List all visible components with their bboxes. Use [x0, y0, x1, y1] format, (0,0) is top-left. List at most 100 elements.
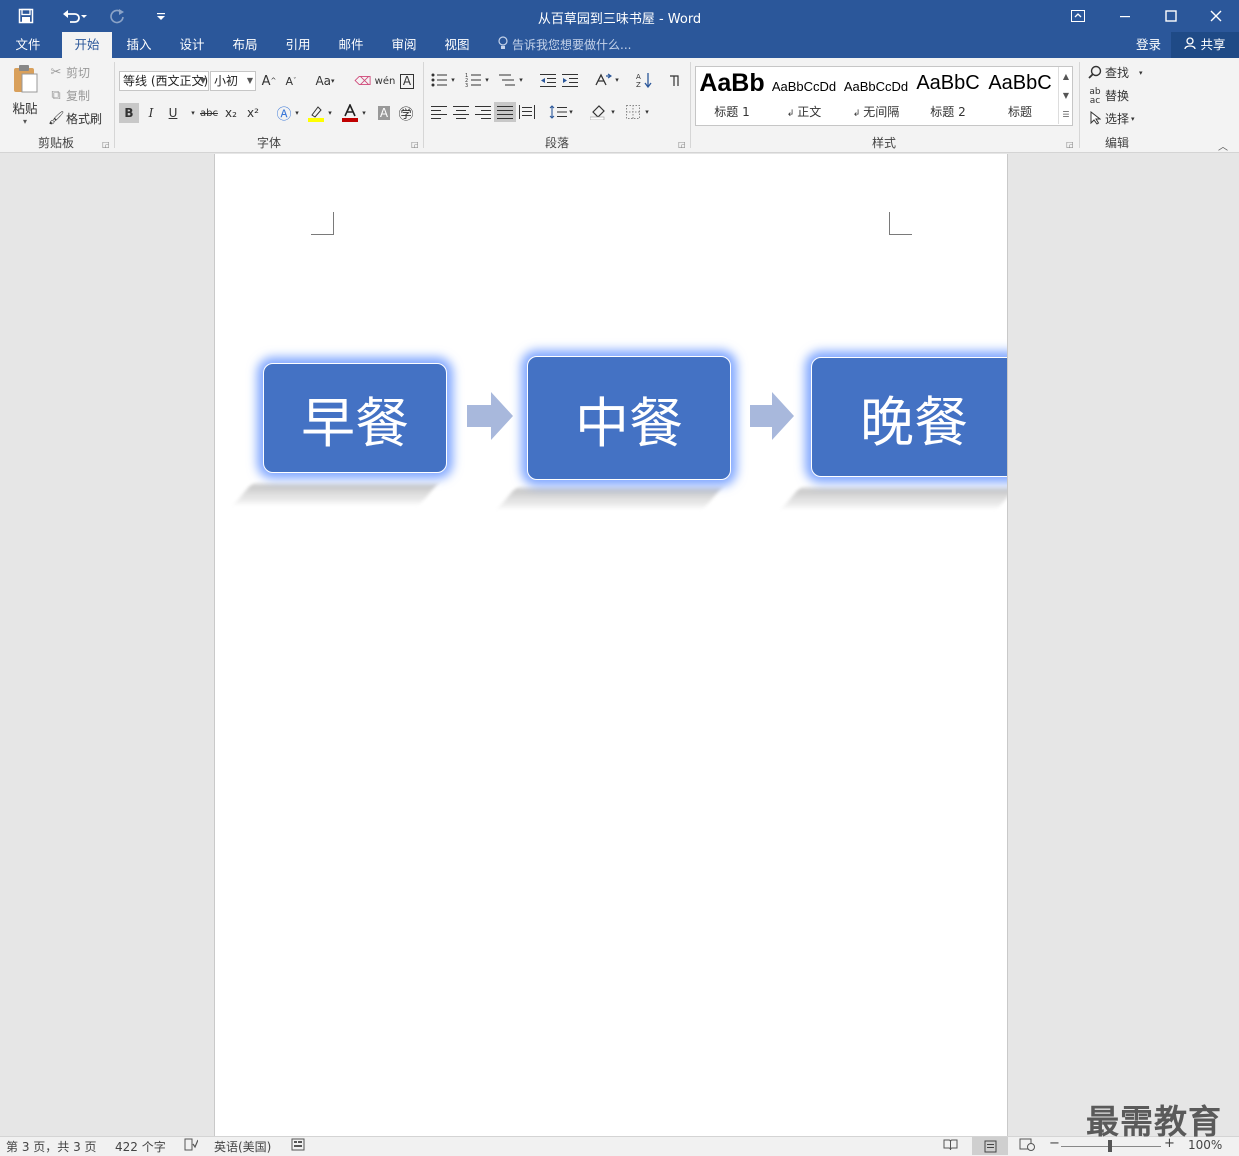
maximize-icon[interactable] [1148, 0, 1194, 32]
sort-icon[interactable]: AZ [633, 70, 655, 90]
borders-icon[interactable] [622, 102, 644, 122]
tab-insert[interactable]: 插入 [116, 32, 162, 58]
tab-view[interactable]: 视图 [434, 32, 480, 58]
shading-icon[interactable] [588, 102, 610, 122]
underline-button[interactable]: U [163, 103, 183, 123]
document-page[interactable]: 早餐 中餐 晚餐 [214, 154, 1008, 1136]
highlight-dropdown-icon[interactable]: ▾ [324, 103, 336, 123]
text-effects-icon[interactable]: Ⓐ [274, 103, 294, 123]
gallery-scroll-down-icon[interactable]: ▼ [1058, 86, 1073, 105]
shrink-font-button[interactable]: Aˇ [281, 71, 301, 91]
character-border-icon[interactable]: A [397, 71, 417, 91]
change-case-button[interactable]: Aa ▾ [310, 71, 340, 91]
login-link[interactable]: 登录 [1136, 32, 1161, 58]
borders-dropdown-icon[interactable]: ▾ [642, 102, 652, 122]
tab-mailings[interactable]: 邮件 [328, 32, 374, 58]
font-name-select[interactable]: 等线 (西文正文) ▼ [119, 71, 209, 91]
collapse-ribbon-icon[interactable]: ︿ [1218, 138, 1228, 153]
style-sample: AaBbCcDd [771, 79, 837, 94]
proofing-icon[interactable] [184, 1138, 199, 1154]
subscript-button[interactable]: x₂ [221, 103, 241, 123]
format-painter-button[interactable]: 🖌 格式刷 [48, 110, 102, 127]
paste-dropdown-icon[interactable]: ▾ [23, 117, 27, 126]
chinese-layout-dropdown-icon[interactable]: ▾ [612, 70, 622, 90]
smartart-shape-dinner[interactable]: 晚餐 [811, 357, 1007, 477]
select-button[interactable]: 选择 ▾ [1087, 110, 1135, 127]
font-color-icon[interactable] [340, 103, 360, 123]
distributed-icon[interactable] [516, 102, 538, 122]
italic-button[interactable]: I [141, 103, 161, 123]
smartart-shape-breakfast[interactable]: 早餐 [263, 363, 447, 473]
share-button[interactable]: 共享 [1171, 32, 1239, 58]
close-icon[interactable] [1193, 0, 1239, 32]
font-color-dropdown-icon[interactable]: ▾ [358, 103, 370, 123]
align-center-icon[interactable] [450, 102, 472, 122]
select-dropdown-icon[interactable]: ▾ [1131, 115, 1135, 123]
tab-file[interactable]: 文件 [6, 32, 50, 58]
show-formatting-marks-icon[interactable] [663, 70, 685, 90]
strikethrough-button[interactable]: abc [197, 103, 221, 123]
font-launcher-icon[interactable]: ◲ [411, 140, 419, 149]
style-no-spacing[interactable]: AaBbCcDd ↲ 无间隔 [840, 67, 912, 125]
numbering-icon[interactable]: 123 [462, 70, 484, 90]
read-mode-icon[interactable] [943, 1138, 958, 1154]
tab-references[interactable]: 引用 [275, 32, 321, 58]
increase-indent-icon[interactable] [559, 70, 581, 90]
bullets-dropdown-icon[interactable]: ▾ [448, 70, 458, 90]
page-count[interactable]: 第 3 页，共 3 页 [6, 1138, 97, 1155]
phonetic-guide-icon[interactable]: wén [375, 71, 396, 91]
bullets-icon[interactable] [428, 70, 450, 90]
style-title[interactable]: AaBbC 标题 [984, 67, 1056, 125]
style-heading-1[interactable]: AaBb 标题 1 [696, 67, 768, 125]
multilevel-dropdown-icon[interactable]: ▾ [516, 70, 526, 90]
align-right-icon[interactable] [472, 102, 494, 122]
find-button[interactable]: 查找 ▾ [1087, 64, 1143, 81]
align-left-icon[interactable] [428, 102, 450, 122]
bold-button[interactable]: B [119, 103, 139, 123]
language-indicator[interactable]: 英语(美国) [214, 1138, 271, 1155]
clipboard-launcher-icon[interactable]: ◲ [102, 140, 110, 149]
clear-formatting-icon[interactable]: ⌫ [353, 71, 373, 91]
paste-button[interactable]: 粘贴 ▾ [8, 64, 42, 128]
styles-launcher-icon[interactable]: ◲ [1066, 140, 1074, 149]
tab-review[interactable]: 审阅 [381, 32, 427, 58]
smartart-arrow[interactable] [750, 392, 794, 440]
shading-dropdown-icon[interactable]: ▾ [608, 102, 618, 122]
cut-button[interactable]: ✂ 剪切 [48, 64, 90, 81]
superscript-button[interactable]: x² [243, 103, 263, 123]
enclose-characters-icon[interactable]: ㊫ [396, 103, 416, 123]
style-heading-2[interactable]: AaBbC 标题 2 [912, 67, 984, 125]
style-normal[interactable]: AaBbCcDd ↲ 正文 [768, 67, 840, 125]
numbering-dropdown-icon[interactable]: ▾ [482, 70, 492, 90]
decrease-indent-icon[interactable] [537, 70, 559, 90]
ribbon-display-icon[interactable] [1055, 0, 1101, 32]
print-layout-icon[interactable] [972, 1137, 1008, 1155]
find-dropdown-icon[interactable]: ▾ [1139, 69, 1143, 77]
justify-icon[interactable] [494, 102, 516, 122]
word-count[interactable]: 422 个字 [115, 1138, 166, 1155]
grow-font-button[interactable]: A ^ [259, 71, 279, 91]
web-layout-icon[interactable] [1019, 1138, 1035, 1154]
highlight-color-icon[interactable] [306, 103, 326, 123]
paragraph-launcher-icon[interactable]: ◲ [678, 140, 686, 149]
tell-me-search[interactable]: 告诉我您想要做什么... [498, 32, 631, 58]
tab-home[interactable]: 开始 [62, 32, 112, 58]
character-shading-icon[interactable]: A [374, 103, 394, 123]
multilevel-list-icon[interactable] [496, 70, 518, 90]
minimize-icon[interactable] [1102, 0, 1148, 32]
text-effects-dropdown-icon[interactable]: ▾ [292, 103, 302, 123]
replace-button[interactable]: ab ac 替换 [1087, 87, 1129, 105]
zoom-out-button[interactable]: − [1049, 1136, 1060, 1151]
gallery-more-icon[interactable]: ☰ [1058, 105, 1073, 124]
smartart-shape-lunch[interactable]: 中餐 [527, 356, 731, 480]
copy-button[interactable]: ⧉ 复制 [48, 87, 90, 104]
chinese-layout-icon[interactable] [592, 70, 614, 90]
status-bar: 第 3 页，共 3 页 422 个字 英语(美国) − + 100% [0, 1136, 1239, 1156]
tab-layout[interactable]: 布局 [222, 32, 268, 58]
tab-design[interactable]: 设计 [169, 32, 215, 58]
font-size-select[interactable]: 小初 ▼ [210, 71, 256, 91]
macro-record-icon[interactable] [291, 1138, 305, 1154]
line-spacing-dropdown-icon[interactable]: ▾ [566, 102, 576, 122]
smartart-arrow[interactable] [467, 392, 513, 440]
gallery-scroll-up-icon[interactable]: ▲ [1058, 67, 1073, 86]
